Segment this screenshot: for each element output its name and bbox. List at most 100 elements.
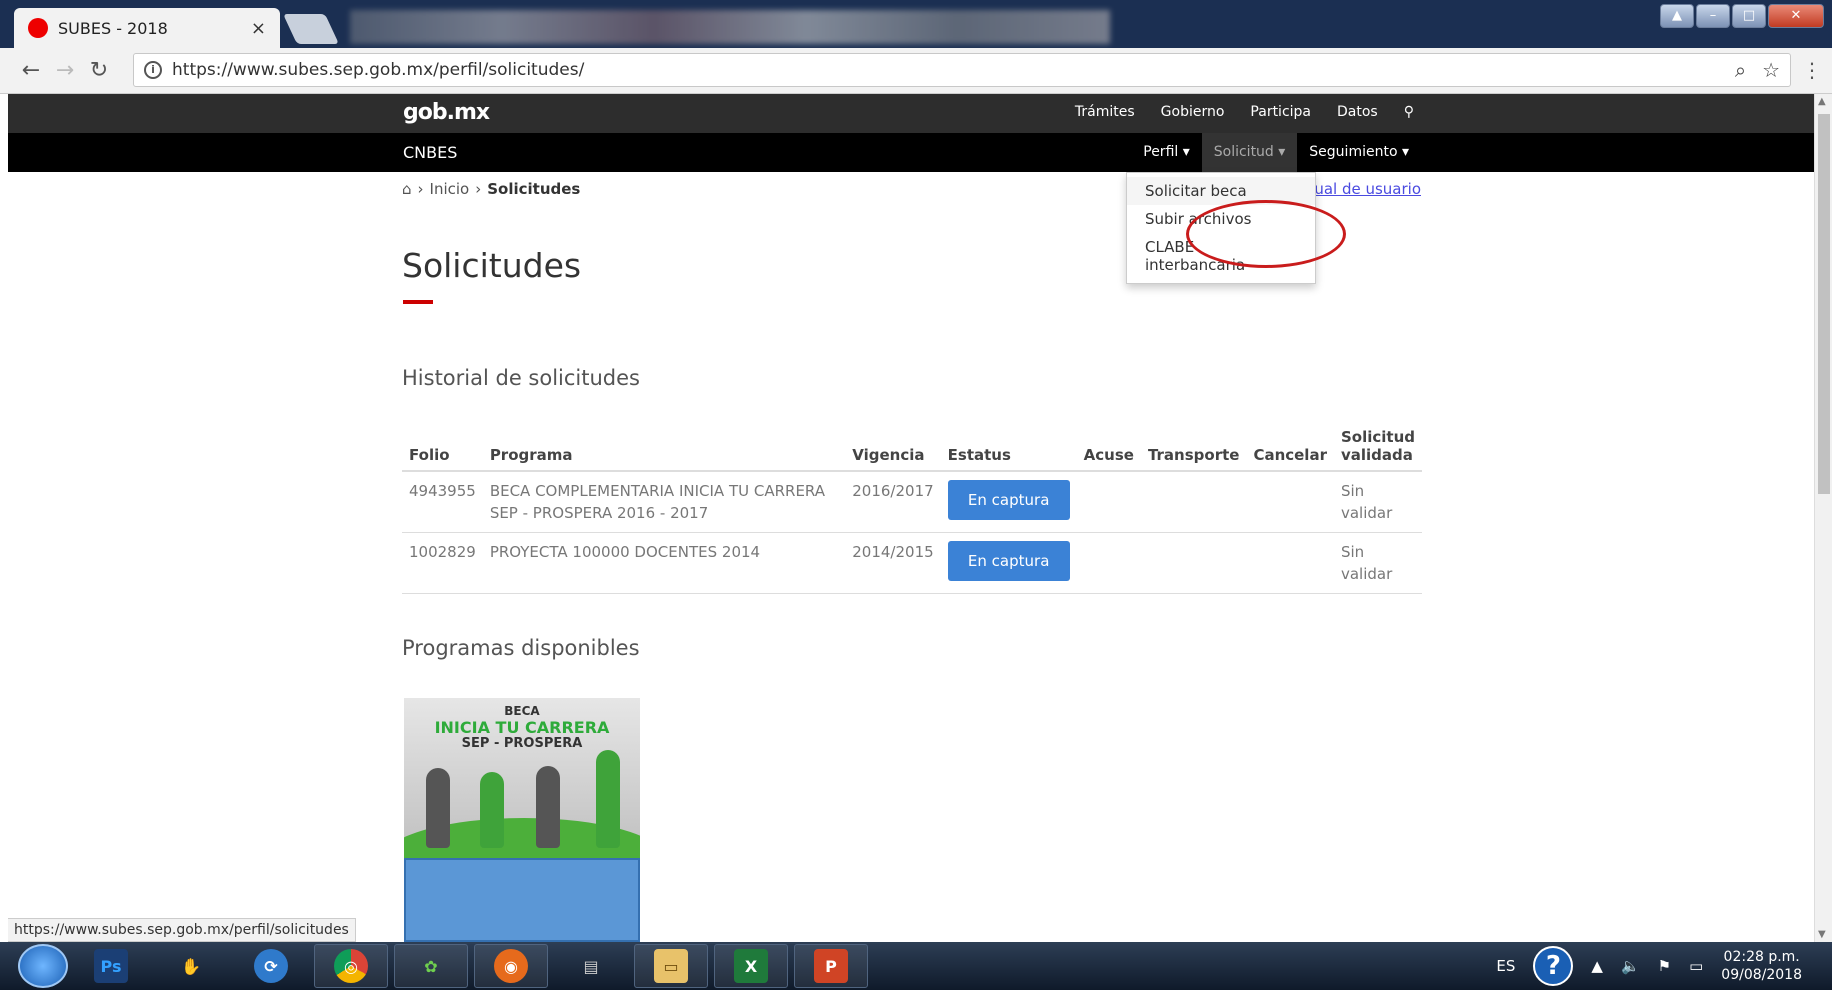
breadcrumb-separator: ›	[475, 180, 482, 198]
gob-header: gob.mx Trámites Gobierno Participa Datos…	[8, 94, 1814, 133]
transporte-cell	[1140, 471, 1247, 533]
gob-nav-item[interactable]: Gobierno	[1161, 104, 1225, 120]
graduate-figure-icon	[596, 750, 620, 848]
cnbes-title[interactable]: CNBES	[403, 143, 457, 162]
bookmark-star-icon[interactable]: ☆	[1762, 58, 1780, 82]
estatus-cell: En captura	[940, 471, 1077, 533]
gob-logo[interactable]: gob.mx	[403, 100, 490, 125]
solicitudes-table: Folio Programa Vigencia Estatus Acuse Tr…	[402, 422, 1422, 594]
programas-title: Programas disponibles	[402, 636, 640, 660]
network-icon[interactable]: ▭	[1689, 957, 1703, 975]
info-icon[interactable]: i	[144, 61, 162, 79]
acuse-cell	[1076, 471, 1141, 533]
browser-tab[interactable]: SUBES - 2018 ×	[14, 8, 280, 48]
column-header: Folio	[402, 422, 483, 472]
system-tray: ES ? ▲ 🔈 ⚑ ▭ 02:28 p.m. 09/08/2018	[1496, 942, 1802, 990]
program-selection-box[interactable]	[404, 858, 640, 942]
reload-icon[interactable]: ↻	[82, 58, 116, 83]
flag-icon[interactable]: ⚑	[1658, 957, 1671, 975]
program-line1: BECA	[504, 704, 540, 718]
scroll-up-icon[interactable]: ▲	[1818, 96, 1826, 107]
graduate-figure-icon	[536, 766, 560, 848]
clock[interactable]: 02:28 p.m. 09/08/2018	[1721, 948, 1802, 984]
taskbar-app-green[interactable]: ✿	[394, 944, 468, 988]
cnbes-header: CNBES Perfil ▾ Solicitud ▾ Seguimiento ▾	[8, 133, 1814, 172]
column-header: Programa	[482, 422, 846, 472]
menu-seguimiento[interactable]: Seguimiento ▾	[1297, 133, 1421, 172]
en-captura-button[interactable]: En captura	[947, 541, 1070, 581]
tray-arrow-icon[interactable]: ▲	[1591, 957, 1603, 975]
gob-nav-item[interactable]: Datos	[1337, 104, 1378, 120]
volume-icon[interactable]: 🔈	[1621, 957, 1640, 975]
close-window-button[interactable]: ✕	[1768, 4, 1824, 28]
menu-solicitud[interactable]: Solicitud ▾	[1201, 133, 1298, 172]
taskbar-chrome[interactable]: ◎	[314, 944, 388, 988]
start-button[interactable]	[18, 944, 68, 988]
status-bar-url: https://www.subes.sep.gob.mx/perfil/soli…	[8, 918, 356, 942]
windows-taskbar: Ps ✋ ⟳ ◎ ✿ ◉ ▤ ▭ X P ES ? ▲ 🔈 ⚑ ▭ 02:28 …	[0, 942, 1832, 990]
column-header: Estatus	[940, 422, 1077, 472]
title-underline	[403, 300, 433, 304]
maximize-button[interactable]: □	[1732, 4, 1766, 28]
new-tab-button[interactable]	[283, 14, 339, 44]
home-icon[interactable]: ⌂	[402, 180, 412, 198]
breadcrumb: ⌂ › Inicio › Solicitudes	[402, 180, 580, 198]
scroll-thumb[interactable]	[1818, 114, 1830, 494]
gob-nav: Trámites Gobierno Participa Datos ⚲	[1075, 104, 1414, 120]
taskbar-photoshop[interactable]: Ps	[74, 944, 148, 988]
back-icon[interactable]: ←	[14, 58, 48, 83]
taskbar-app-hand[interactable]: ✋	[154, 944, 228, 988]
clock-date: 09/08/2018	[1721, 967, 1802, 983]
user-icon[interactable]: ▲	[1660, 4, 1694, 28]
menu-perfil[interactable]: Perfil ▾	[1131, 133, 1202, 172]
graduate-figure-icon	[426, 768, 450, 848]
column-header: Solicitud validada	[1333, 422, 1422, 472]
taskbar-excel[interactable]: X	[714, 944, 788, 988]
program-card[interactable]: BECA INICIA TU CARRERA SEP - PROSPERA	[404, 698, 640, 942]
highlight-annotation	[1186, 200, 1346, 268]
cancelar-cell	[1246, 532, 1334, 594]
cancelar-cell	[1246, 471, 1334, 533]
program-line2: INICIA TU CARRERA	[434, 718, 610, 737]
graduate-figure-icon	[480, 772, 504, 848]
browser-menu-icon[interactable]: ⋮	[1802, 58, 1822, 82]
breadcrumb-separator: ›	[417, 180, 424, 198]
help-icon[interactable]: ?	[1533, 946, 1574, 986]
taskbar-powerpoint[interactable]: P	[794, 944, 868, 988]
url-text: https://www.subes.sep.gob.mx/perfil/soli…	[172, 60, 585, 80]
zoom-icon[interactable]: ⌕	[1735, 58, 1746, 82]
forward-icon[interactable]: →	[48, 58, 82, 83]
close-tab-icon[interactable]: ×	[251, 18, 266, 39]
language-indicator[interactable]: ES	[1496, 957, 1515, 975]
table-row: 4943955 BECA COMPLEMENTARIA INICIA TU CA…	[402, 471, 1422, 533]
browser-tab-strip: SUBES - 2018 × ▲ – □ ✕	[0, 0, 1832, 48]
scroll-down-icon[interactable]: ▼	[1818, 929, 1826, 940]
search-icon[interactable]: ⚲	[1404, 104, 1414, 120]
folio-cell: 4943955	[402, 471, 483, 533]
validada-cell: Sin validar	[1333, 471, 1422, 533]
taskbar-app-sync[interactable]: ⟳	[234, 944, 308, 988]
blurred-tabs	[350, 10, 1110, 44]
en-captura-button[interactable]: En captura	[947, 480, 1070, 520]
gob-nav-item[interactable]: Trámites	[1075, 104, 1135, 120]
validada-cell: Sin validar	[1333, 532, 1422, 594]
taskbar-cabinet[interactable]: ▤	[554, 944, 628, 988]
programa-cell: BECA COMPLEMENTARIA INICIA TU CARRERA SE…	[482, 471, 846, 533]
gob-nav-item[interactable]: Participa	[1250, 104, 1311, 120]
minimize-button[interactable]: –	[1696, 4, 1730, 28]
url-field[interactable]: i https://www.subes.sep.gob.mx/perfil/so…	[133, 53, 1791, 87]
page-scrollbar[interactable]: ▲ ▼	[1814, 94, 1832, 942]
historial-title: Historial de solicitudes	[402, 366, 640, 390]
taskbar-firefox[interactable]: ◉	[474, 944, 548, 988]
tab-title: SUBES - 2018	[58, 18, 168, 38]
column-header: Transporte	[1140, 422, 1247, 472]
address-bar: ← → ↻ i https://www.subes.sep.gob.mx/per…	[0, 48, 1832, 94]
clock-time: 02:28 p.m.	[1723, 949, 1800, 965]
folio-cell: 1002829	[402, 532, 483, 594]
taskbar-explorer[interactable]: ▭	[634, 944, 708, 988]
breadcrumb-inicio[interactable]: Inicio	[430, 180, 470, 198]
breadcrumb-current: Solicitudes	[487, 180, 581, 198]
program-image[interactable]: BECA INICIA TU CARRERA SEP - PROSPERA	[404, 698, 640, 858]
table-row: 1002829 PROYECTA 100000 DOCENTES 2014 20…	[402, 532, 1422, 594]
column-header: Vigencia	[845, 422, 941, 472]
